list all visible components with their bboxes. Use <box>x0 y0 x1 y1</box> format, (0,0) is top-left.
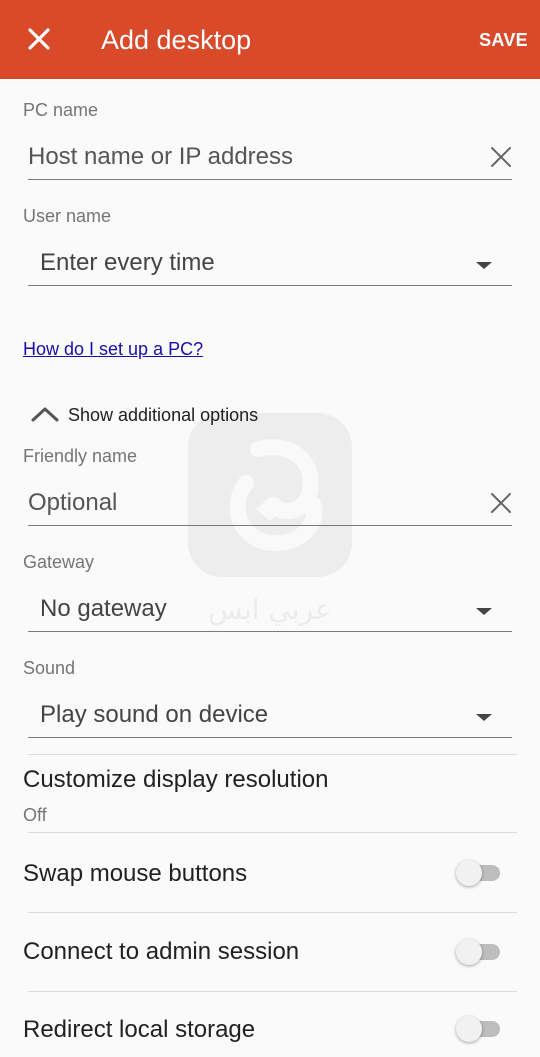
swap-mouse-buttons-label: Swap mouse buttons <box>23 860 248 887</box>
sound-select[interactable]: Play sound on device <box>28 694 512 738</box>
admin-session-toggle[interactable] <box>456 936 502 966</box>
display-resolution-title: Customize display resolution <box>23 766 329 793</box>
gateway-select[interactable]: No gateway <box>28 588 512 632</box>
user-name-select[interactable]: Enter every time <box>28 242 512 286</box>
dropdown-arrow-icon <box>476 608 492 615</box>
setup-help-link[interactable]: How do I set up a PC? <box>23 337 203 361</box>
clear-icon[interactable] <box>490 146 512 168</box>
toggle-thumb <box>456 1016 482 1042</box>
pc-name-placeholder: Host name or IP address <box>28 143 294 170</box>
clear-icon[interactable] <box>490 492 512 514</box>
page-title: Add desktop <box>101 25 252 55</box>
redirect-local-storage-toggle[interactable] <box>456 1013 502 1043</box>
friendly-name-placeholder: Optional <box>28 489 118 516</box>
user-name-label: User name <box>23 206 112 226</box>
app-bar: Add desktop SAVE <box>0 0 540 79</box>
sound-label: Sound <box>23 658 76 678</box>
gateway-value: No gateway <box>40 595 167 622</box>
save-button[interactable]: SAVE <box>479 28 528 52</box>
admin-session-label: Connect to admin session <box>23 938 300 965</box>
close-icon <box>28 28 50 50</box>
chevron-up-icon <box>31 407 59 422</box>
dropdown-arrow-icon <box>476 714 492 721</box>
close-button[interactable] <box>22 22 56 56</box>
pc-name-label: PC name <box>23 100 99 120</box>
gateway-label: Gateway <box>23 552 95 572</box>
divider <box>28 912 517 913</box>
friendly-name-label: Friendly name <box>23 446 138 466</box>
dropdown-arrow-icon <box>476 262 492 269</box>
display-resolution-value: Off <box>23 805 47 825</box>
redirect-local-storage-label: Redirect local storage <box>23 1016 256 1043</box>
sound-value: Play sound on device <box>40 701 269 728</box>
toggle-thumb <box>456 939 482 965</box>
toggle-thumb <box>456 860 482 886</box>
show-additional-options-label: Show additional options <box>68 405 259 425</box>
pc-name-input[interactable]: Host name or IP address <box>28 136 512 180</box>
user-name-value: Enter every time <box>40 249 215 276</box>
swap-mouse-buttons-toggle[interactable] <box>456 857 502 887</box>
divider <box>28 832 517 833</box>
divider <box>28 754 517 755</box>
divider <box>28 991 517 992</box>
friendly-name-input[interactable]: Optional <box>28 482 512 526</box>
